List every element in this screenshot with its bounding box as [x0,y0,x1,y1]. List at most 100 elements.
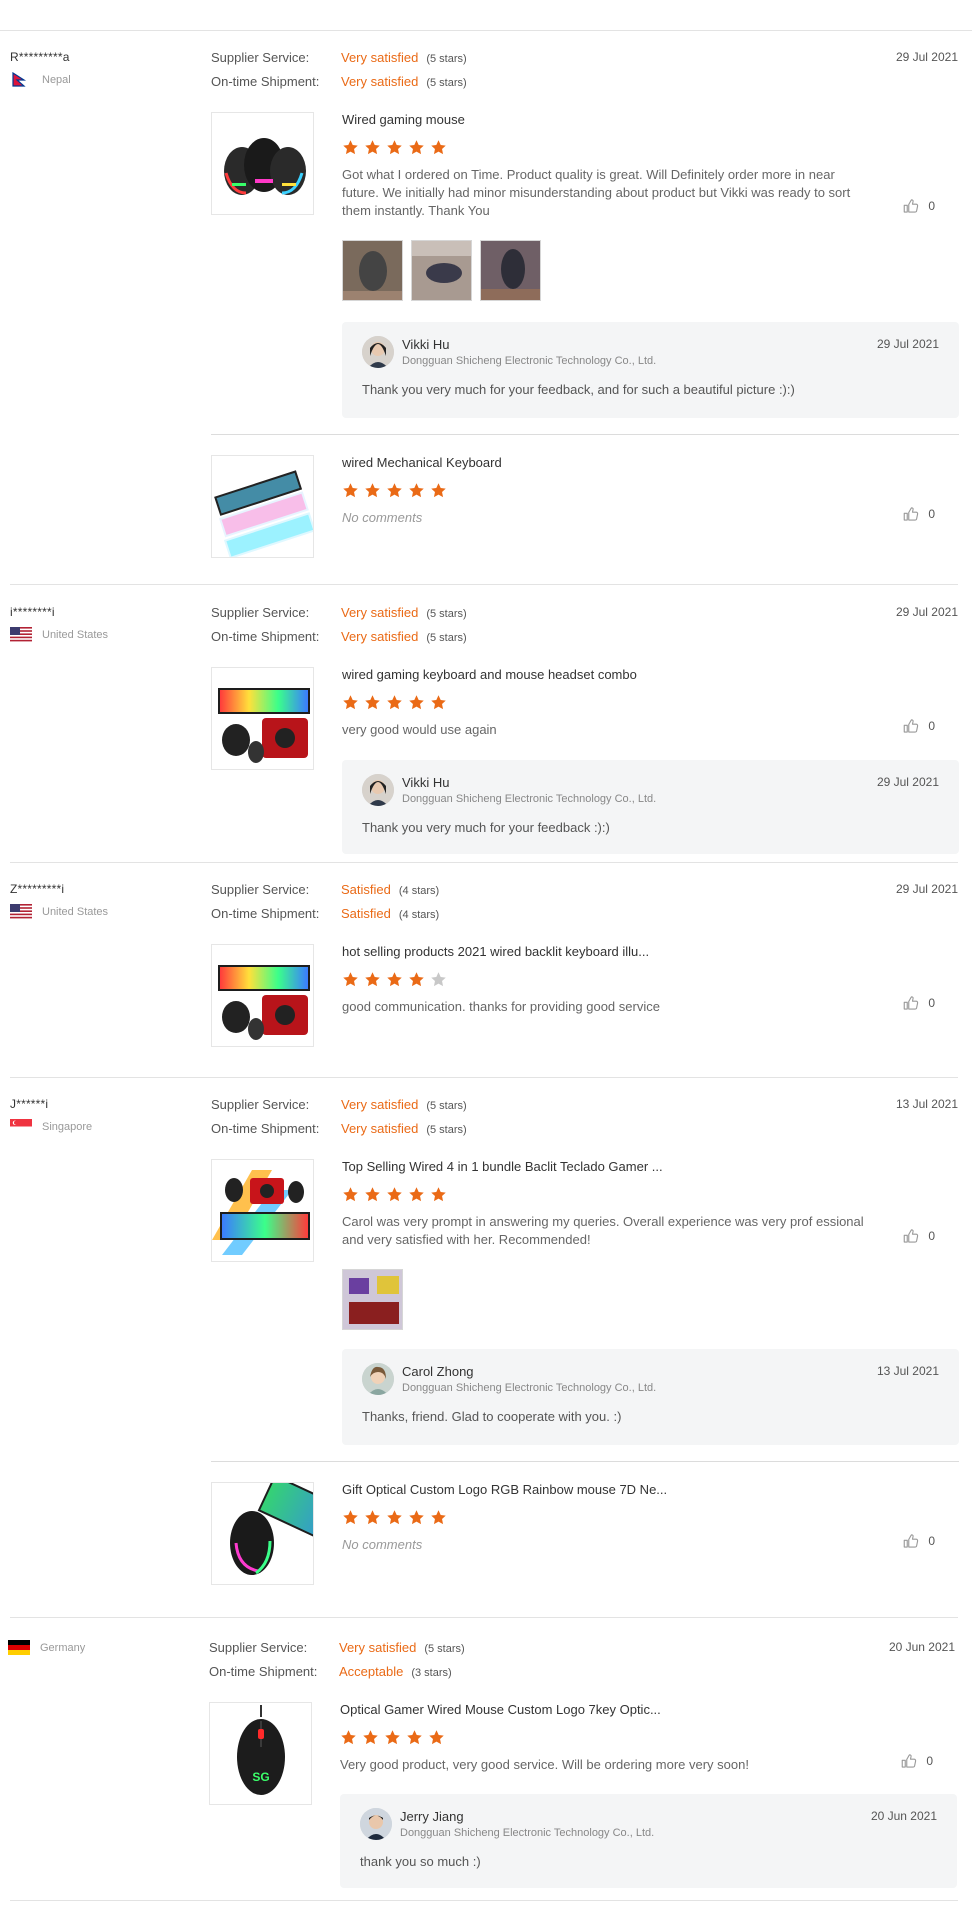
attachment-photo[interactable] [411,240,472,301]
on-time-shipment-stars: (4 stars) [398,909,440,921]
star-empty-icon [431,972,446,987]
review-date: 29 Jul 2021 [895,605,958,619]
review-divider [10,584,958,585]
product-rating [342,1509,872,1527]
review-date: 29 Jul 2021 [895,50,958,64]
supplier-service-label: Supplier Service: [211,605,310,620]
supplier-service-value: Satisfied [341,882,391,897]
star-filled-icon [387,695,402,710]
like-button[interactable]: 0 [902,1532,935,1550]
product-divider [211,1461,959,1462]
review-divider [10,1077,958,1078]
singapore-flag-icon [10,1119,32,1134]
germany-flag-icon [8,1640,30,1655]
review-comment: No comments [342,510,423,525]
attachment-photo[interactable] [342,240,403,301]
star-filled-icon [343,695,358,710]
review-divider [10,1617,958,1618]
supplier-company: Dongguan Shicheng Electronic Technology … [402,793,657,805]
product-image-backlit-keyboard[interactable] [211,944,314,1047]
supplier-avatar [362,336,394,368]
reviewer-name: i********i [10,605,55,619]
like-count: 0 [928,199,935,213]
product-image-rgb-mouse[interactable] [211,1482,314,1585]
review-comment: Very good product, very good service. Wi… [340,1757,749,1772]
star-filled-icon [431,140,446,155]
product-name[interactable]: wired gaming keyboard and mouse headset … [342,667,872,685]
star-filled-icon [387,972,402,987]
supplier-reply: Vikki Hu Dongguan Shicheng Electronic Te… [342,322,959,418]
review-date: 13 Jul 2021 [895,1097,958,1111]
reviewer-country: United States [10,627,200,642]
product-name[interactable]: Optical Gamer Wired Mouse Custom Logo 7k… [340,1702,870,1720]
star-filled-icon [387,1187,402,1202]
reviewer-country: Nepal [10,72,200,87]
supplier-rep-name: Carol Zhong [402,1364,474,1379]
country-name: United States [42,905,109,918]
supplier-service-label: Supplier Service: [211,50,310,65]
product-name[interactable]: Top Selling Wired 4 in 1 bundle Baclit T… [342,1159,872,1177]
product-rating [342,971,872,989]
reply-date: 29 Jul 2021 [876,337,939,351]
like-button[interactable]: 0 [902,197,935,215]
star-filled-icon [431,1187,446,1202]
on-time-shipment-value: Very satisfied [341,74,419,89]
product-name[interactable]: hot selling products 2021 wired backlit … [342,944,872,962]
attachment-photo[interactable] [480,240,541,301]
star-filled-icon [365,695,380,710]
product-divider [211,434,959,435]
attachment-photo[interactable] [342,1269,403,1330]
reply-date: 13 Jul 2021 [876,1364,939,1378]
thumbs-up-icon [904,507,919,521]
star-filled-icon [387,140,402,155]
us-flag-icon [10,904,32,919]
product-rating [342,694,872,712]
review-date: 29 Jul 2021 [895,882,958,896]
review-comment: very good would use again [342,722,497,737]
like-button[interactable]: 0 [902,1227,935,1245]
product-image-optical-mouse[interactable]: SG [209,1702,312,1805]
product-name[interactable]: Gift Optical Custom Logo RGB Rainbow mou… [342,1482,872,1500]
star-filled-icon [409,483,424,498]
reviewer-country: Singapore [10,1119,200,1134]
star-filled-icon [409,1510,424,1525]
star-filled-icon [343,972,358,987]
reply-text: thank you so much :) [360,1854,481,1869]
supplier-ratings: Supplier Service: Very satisfied (5 stars)… [211,605,467,653]
reviewer-country: Germany [8,1640,198,1655]
like-button[interactable]: 0 [902,505,935,523]
like-count: 0 [928,1229,935,1243]
supplier-avatar [362,1363,394,1395]
product-image-keyboard[interactable] [211,455,314,558]
review-attachments [342,1269,403,1330]
product-name[interactable]: Wired gaming mouse [342,112,872,130]
supplier-service-value: Very satisfied [341,1097,419,1112]
supplier-service-label: Supplier Service: [211,1097,310,1112]
star-filled-icon [343,1187,358,1202]
on-time-shipment-label: On-time Shipment: [211,906,320,921]
reply-text: Thanks, friend. Glad to cooperate with y… [362,1409,622,1424]
star-filled-icon [363,1730,378,1745]
product-rating [342,139,872,157]
country-name: United States [42,628,109,641]
supplier-avatar [362,774,394,806]
star-filled-icon [343,140,358,155]
like-button[interactable]: 0 [902,994,935,1012]
reviewer-info: i********i United States [10,605,200,642]
product-image-combo[interactable] [211,667,314,770]
like-button[interactable]: 0 [900,1752,933,1770]
product-image-bundle[interactable] [211,1159,314,1262]
on-time-shipment-label: On-time Shipment: [211,74,320,89]
star-filled-icon [385,1730,400,1745]
reviewer-name: R*********a [10,50,70,64]
star-filled-icon [365,140,380,155]
product-name[interactable]: wired Mechanical Keyboard [342,455,872,473]
thumbs-up-icon [902,1754,917,1768]
reviewer-info: Germany [8,1640,198,1655]
star-filled-icon [407,1730,422,1745]
on-time-shipment-stars: (5 stars) [426,1124,467,1136]
supplier-service-stars: (5 stars) [426,608,467,620]
reviewer-info: R*********a Nepal [10,50,200,87]
like-button[interactable]: 0 [902,717,935,735]
product-image-gaming-mouse[interactable] [211,112,314,215]
